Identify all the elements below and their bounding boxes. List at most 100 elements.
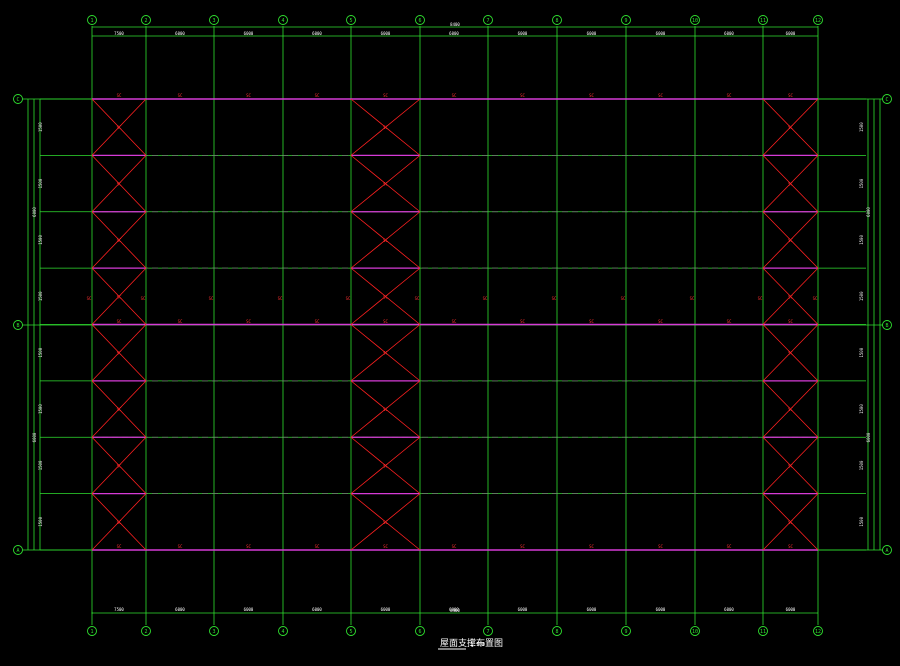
roof-bracing-plan: 8400 7500 6000 6000 6000 6000 6000 6000 6000 6000… <box>0 0 900 666</box>
row-bubble-left-text: A <box>16 548 19 554</box>
side-bay-dim: 1500 <box>38 516 43 526</box>
column-bubble-bottom-text: 6 <box>418 629 421 635</box>
top-span-dim: 6000 <box>518 31 528 36</box>
column-label: SC <box>758 296 763 301</box>
bottom-span-dim: 7500 <box>114 607 124 612</box>
side-bay-dim: 1500 <box>859 122 864 132</box>
side-half-dim: 6000 <box>866 207 871 217</box>
row-bubble-right-text: C <box>885 97 888 103</box>
column-label: SC <box>346 296 351 301</box>
tie-label: SC <box>658 544 663 549</box>
top-span-dim: 6000 <box>312 31 322 36</box>
tie-label: SC <box>520 319 525 324</box>
tie-label: SC <box>246 544 251 549</box>
column-bubble-top-text: 12 <box>815 18 821 24</box>
brace-label: SC <box>788 407 793 412</box>
brace-label: SC <box>383 294 388 299</box>
column-bubble-bottom-text: 1 <box>90 629 93 635</box>
drawing-title-block: 屋面支撑布置图 1:100 <box>438 637 503 650</box>
column-label: SC <box>141 296 146 301</box>
row-bubble-left-text: B <box>16 323 19 329</box>
tie-label: SC <box>178 544 183 549</box>
tie-label: SC <box>117 544 122 549</box>
brace-label: SC <box>383 351 388 356</box>
tie-label: SC <box>788 93 793 98</box>
tie-label: SC <box>788 544 793 549</box>
tie-label: SC <box>727 93 732 98</box>
column-label: SC <box>278 296 283 301</box>
brace-label: SC <box>383 463 388 468</box>
brace-label: SC <box>788 351 793 356</box>
tie-label: SC <box>315 93 320 98</box>
column-bubble-top-text: 11 <box>760 18 766 24</box>
column-label: SC <box>690 296 695 301</box>
column-bubble-bottom-text: 3 <box>212 629 215 635</box>
brace-label: SC <box>788 182 793 187</box>
tie-label: SC <box>178 319 183 324</box>
column-bubble-bottom-text: 2 <box>144 629 147 635</box>
tie-label: SC <box>383 544 388 549</box>
column-bubble-top-text: 4 <box>281 18 284 24</box>
brace-label: SC <box>383 238 388 243</box>
column-label: SC <box>552 296 557 301</box>
brace-label: SC <box>383 182 388 187</box>
brace-label: SC <box>788 463 793 468</box>
column-bubble-top-text: 7 <box>486 18 489 24</box>
brace-label: SC <box>117 125 122 130</box>
column-label: SC <box>483 296 488 301</box>
column-bubble-bottom-text: 8 <box>555 629 558 635</box>
column-bubble-bottom-text: 12 <box>815 629 821 635</box>
bottom-span-dim: 6000 <box>312 607 322 612</box>
bottom-span-dim: 6000 <box>786 607 796 612</box>
column-bubble-top-text: 6 <box>418 18 421 24</box>
side-bay-dim: 1500 <box>859 516 864 526</box>
column-bubble-bottom-text: 9 <box>624 629 627 635</box>
tie-label: SC <box>452 544 457 549</box>
drawing-scale: 1:100 <box>470 642 485 648</box>
column-label: SC <box>87 296 92 301</box>
bottom-span-dim: 6000 <box>724 607 734 612</box>
tie-label: SC <box>589 93 594 98</box>
tie-label: SC <box>452 319 457 324</box>
side-bay-dim: 1500 <box>38 235 43 245</box>
bottom-span-dim: 6000 <box>518 607 528 612</box>
tie-label: SC <box>589 319 594 324</box>
column-bubble-top-text: 1 <box>90 18 93 24</box>
column-bubble-bottom-text: 5 <box>349 629 352 635</box>
brace-label: SC <box>117 294 122 299</box>
side-half-dim: 6000 <box>866 432 871 442</box>
column-bubble-bottom-text: 4 <box>281 629 284 635</box>
side-bay-dim: 1500 <box>859 235 864 245</box>
drawing-background <box>0 0 900 666</box>
column-label: SC <box>415 296 420 301</box>
tie-label: SC <box>589 544 594 549</box>
top-span-dim: 6000 <box>587 31 597 36</box>
row-bubble-left-text: C <box>16 97 19 103</box>
top-span-dim: 6000 <box>724 31 734 36</box>
brace-label: SC <box>788 238 793 243</box>
column-bubble-top-text: 8 <box>555 18 558 24</box>
column-label: SC <box>621 296 626 301</box>
side-half-dim: 6000 <box>32 432 37 442</box>
tie-label: SC <box>246 93 251 98</box>
side-bay-dim: 1500 <box>38 460 43 470</box>
top-span-dim: 6000 <box>656 31 666 36</box>
column-label: SC <box>209 296 214 301</box>
side-bay-dim: 1500 <box>38 178 43 188</box>
side-bay-dim: 1500 <box>859 291 864 301</box>
brace-label: SC <box>117 182 122 187</box>
side-bay-dim: 1500 <box>38 291 43 301</box>
brace-label: SC <box>117 238 122 243</box>
top-span-dim: 6000 <box>786 31 796 36</box>
tie-label: SC <box>383 93 388 98</box>
top-span-dim: 6000 <box>381 31 391 36</box>
brace-label: SC <box>383 125 388 130</box>
tie-label: SC <box>383 319 388 324</box>
top-span-dim: 6000 <box>244 31 254 36</box>
brace-label: SC <box>788 520 793 525</box>
side-bay-dim: 1500 <box>859 347 864 357</box>
top-span-dim: 6000 <box>175 31 185 36</box>
tie-label: SC <box>658 93 663 98</box>
top-span-dim: 6000 <box>449 31 459 36</box>
side-bay-dim: 1500 <box>38 347 43 357</box>
